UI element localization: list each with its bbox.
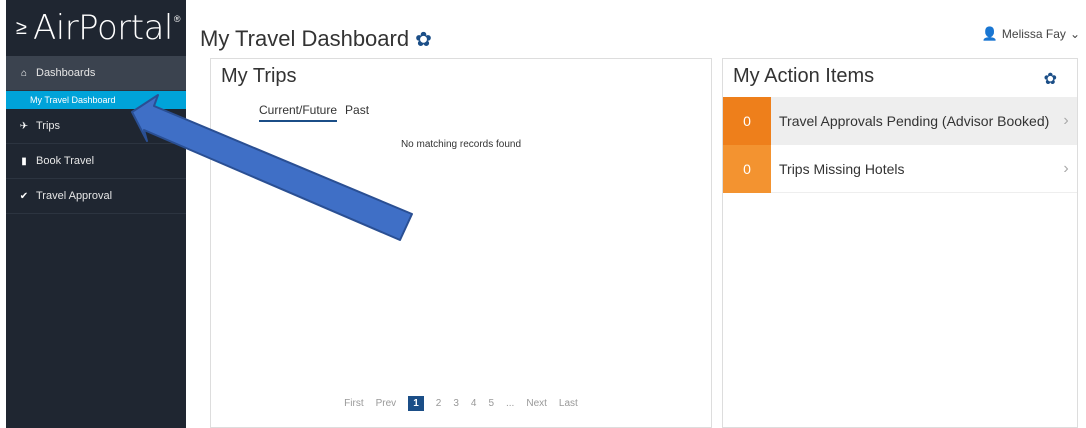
check-icon: ✔ <box>19 190 29 202</box>
action-count: 0 <box>723 97 771 145</box>
action-items-title: My Action Items <box>733 65 875 87</box>
user-menu[interactable]: 👤 Melissa Fay ⌄ <box>982 26 1080 42</box>
sidebar-item-label: Dashboards <box>36 67 96 79</box>
sidebar-item-book-travel[interactable]: ▮ Book Travel <box>6 144 186 179</box>
trips-tabs: Current/Future Past <box>259 103 369 122</box>
pager-page-2[interactable]: 2 <box>436 398 442 409</box>
pager-page-1[interactable]: 1 <box>408 396 424 411</box>
user-name: Melissa Fay <box>1001 27 1066 41</box>
sidebar-subitem-my-travel-dashboard[interactable]: My Travel Dashboard <box>6 91 186 109</box>
pagination: First Prev 1 2 3 4 5 ... Next Last <box>211 396 711 411</box>
action-item-approvals[interactable]: 0 Travel Approvals Pending (Advisor Book… <box>723 97 1077 145</box>
action-label: Travel Approvals Pending (Advisor Booked… <box>779 113 1050 129</box>
pager-page-3[interactable]: 3 <box>453 398 459 409</box>
sidebar-item-label: Trips <box>36 120 61 132</box>
chevron-down-icon: ⌄ <box>1069 27 1080 41</box>
plane-icon: ✈ <box>19 120 29 132</box>
sidebar-item-trips[interactable]: ✈ Trips <box>6 109 186 144</box>
home-icon: ⌂ <box>20 67 28 79</box>
tab-past[interactable]: Past <box>345 103 369 122</box>
my-trips-title: My Trips <box>221 65 297 87</box>
chevron-right-icon: › <box>1063 159 1069 177</box>
pager-first[interactable]: First <box>344 398 363 409</box>
sidebar: ≥ AirPortal ® ⌂ Dashboards My Travel Das… <box>6 0 186 428</box>
pager-page-5[interactable]: 5 <box>488 398 494 409</box>
pager-prev[interactable]: Prev <box>376 398 397 409</box>
registered-mark: ® <box>173 14 181 24</box>
tab-current-future[interactable]: Current/Future <box>259 103 338 122</box>
page-title: My Travel Dashboard ✿ <box>200 26 432 52</box>
pager-ellipsis: ... <box>506 398 515 409</box>
sidebar-item-travel-approval[interactable]: ✔ Travel Approval <box>6 179 186 214</box>
gear-icon[interactable]: ✿ <box>1044 69 1057 89</box>
briefcase-icon: ▮ <box>21 155 27 167</box>
pager-page-4[interactable]: 4 <box>471 398 477 409</box>
pager-last[interactable]: Last <box>559 398 578 409</box>
logo[interactable]: ≥ AirPortal ® <box>6 0 186 56</box>
chevron-right-icon: › <box>1063 112 1069 129</box>
brand-name: AirPortal <box>32 8 173 48</box>
sidebar-item-label: Travel Approval <box>36 190 113 202</box>
sidebar-item-label: Book Travel <box>36 155 95 167</box>
action-item-missing-hotels[interactable]: 0 Trips Missing Hotels › <box>723 144 1077 193</box>
user-icon: 👤 <box>981 26 998 41</box>
action-count: 0 <box>723 144 771 193</box>
plane-icon: ≥ <box>16 16 27 39</box>
pager-next[interactable]: Next <box>526 398 547 409</box>
my-action-items-panel: My Action Items ✿ 0 Travel Approvals Pen… <box>722 58 1078 428</box>
sidebar-item-dashboards[interactable]: ⌂ Dashboards <box>6 56 186 91</box>
empty-message: No matching records found <box>400 139 522 150</box>
action-label: Trips Missing Hotels <box>779 160 905 177</box>
gear-icon[interactable]: ✿ <box>415 27 432 52</box>
page-title-text: My Travel Dashboard <box>200 26 410 51</box>
my-trips-panel: My Trips Current/Future Past No matching… <box>210 58 712 428</box>
